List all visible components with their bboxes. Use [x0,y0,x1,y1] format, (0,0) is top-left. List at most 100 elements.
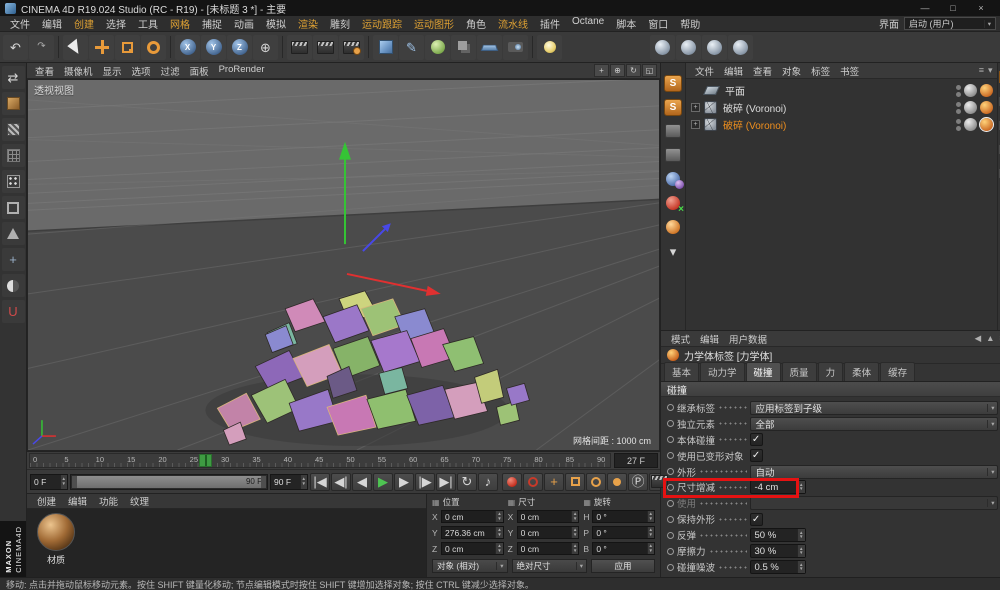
visibility-dots[interactable] [955,118,961,131]
hair-icon[interactable] [662,145,684,165]
keyframe-dot-icon[interactable] [667,483,674,491]
coord-size-select[interactable]: 绝对尺寸 ▾ [511,559,587,573]
viewport-menu-面板[interactable]: 面板 [185,64,214,78]
structure-tab-icon[interactable] [993,139,1000,159]
tab-缓存[interactable]: 缓存 [880,362,916,381]
checkbox-本体碰撞[interactable]: ✓ [749,433,763,447]
tab-碰撞[interactable]: 碰撞 [745,362,781,381]
menu-动画[interactable]: 动画 [228,16,260,31]
object-name[interactable]: 破碎 (Voronoi) [721,100,788,115]
stepper-icon[interactable]: ▲ ▼ [299,474,307,489]
visibility-dots[interactable] [955,84,961,97]
menu-Octane[interactable]: Octane [566,16,610,31]
material-ball-icon[interactable] [702,34,727,60]
rotate-view-icon[interactable]: ↻ [626,64,641,77]
menu-渲染[interactable]: 渲染 [292,16,324,31]
object-menu-编辑[interactable]: 编辑 [719,64,748,78]
coord-field-位置-X[interactable]: 0 cm ▲ ▼ [441,510,504,523]
attr-menu-编辑[interactable]: 编辑 [695,332,724,346]
record-position-icon[interactable]: + [544,472,564,491]
z-axis-lock-icon[interactable]: Z [227,34,252,60]
live-selection-icon[interactable] [63,34,88,60]
y-axis-lock-icon[interactable]: Y [201,34,226,60]
menu-选择[interactable]: 选择 [100,16,132,31]
goto-start-icon[interactable]: |◀ [310,472,330,491]
keyframe-dot-icon[interactable] [667,436,674,444]
prev-frame-icon[interactable]: ◀ [352,472,372,491]
keyframe-dot-icon[interactable] [667,531,674,539]
phong-tag[interactable] [963,84,977,97]
minimize-icon[interactable]: — [911,1,939,16]
menu-网格[interactable]: 网格 [164,16,196,31]
history-up-icon[interactable]: ▲ [986,333,994,344]
stepper-icon[interactable]: ▲ ▼ [495,511,503,522]
viewport-menu-过滤[interactable]: 过滤 [156,64,185,78]
menu-运动图形[interactable]: 运动图形 [408,16,460,31]
coord-field-位置-Y[interactable]: 276.36 cm ▲ ▼ [441,526,504,539]
range-end-field[interactable]: 90 F ▲ ▼ [270,473,308,490]
menu-创建[interactable]: 创建 [68,16,100,31]
render-settings-icon[interactable] [339,34,364,60]
object-menu-对象[interactable]: 对象 [777,64,806,78]
stepper-icon[interactable]: ▲ ▼ [59,474,67,489]
enable-axis-icon[interactable]: + [1,248,25,271]
field-碰撞噪波[interactable]: 0.5 % ▲ ▼ [749,560,806,575]
render-view-icon[interactable] [287,34,312,60]
subdivision-surface-icon[interactable] [425,34,450,60]
attr-menu-用户数据[interactable]: 用户数据 [724,332,772,346]
model-mode-icon[interactable] [1,92,25,115]
viewport-menu-显示[interactable]: 显示 [98,64,127,78]
stepper-icon[interactable]: ▲ ▼ [495,527,503,538]
maximize-icon[interactable]: □ [939,1,967,16]
loop-mode-icon[interactable]: ↻ [457,472,477,491]
section-header[interactable]: 碰撞 [661,382,1000,397]
phong-tag[interactable] [963,101,977,114]
coord-field-旋转-P[interactable]: 0 ° ▲ ▼ [592,526,656,539]
field-摩擦力[interactable]: 30 % ▲ ▼ [749,544,806,559]
record-point-level-icon[interactable]: Ⓟ [628,472,648,491]
info-tab-icon[interactable] [993,163,1000,183]
coord-field-尺寸-Z[interactable]: 0 cm ▲ ▼ [516,542,580,555]
material-menu-纹理[interactable]: 纹理 [124,494,155,508]
stepper-icon[interactable]: ▲ ▼ [646,511,655,522]
select-使用[interactable]: ▾ [749,496,998,511]
material-ball-icon[interactable] [728,34,753,60]
select-独立元素[interactable]: 全部 ▾ [749,416,998,431]
attr-menu-模式[interactable]: 模式 [666,332,695,346]
stepper-icon[interactable]: ▲ ▼ [646,543,655,554]
rigid-body-icon[interactable] [662,169,684,189]
menu-角色[interactable]: 角色 [460,16,492,31]
object-row[interactable]: + 破碎 (Voronoi) [686,116,997,133]
frame-range-slider[interactable]: 90 F [70,473,268,490]
material-ball-icon[interactable] [650,34,675,60]
cloth-icon[interactable] [662,121,684,141]
dynamics-tag[interactable] [979,101,993,114]
zoom-view-icon[interactable]: ⊕ [610,64,625,77]
browser-tab-icon[interactable] [993,115,1000,135]
dynamics-tag[interactable] [978,117,994,132]
sculpt-mask-icon[interactable]: S [662,97,684,117]
toggle-view-icon[interactable]: ◱ [642,64,657,77]
phong-tag[interactable] [963,118,977,131]
frame-range-bar[interactable]: 90 F [72,475,266,488]
material-ball-icon[interactable] [676,34,701,60]
layers-tab-icon[interactable] [993,67,1000,87]
redo-icon[interactable]: ↷ [29,34,54,60]
object-name[interactable]: 平面 [723,83,747,98]
snap-icon[interactable]: U [1,300,25,323]
range-start-field[interactable]: 0 F ▲ ▼ [30,473,68,490]
layout-select[interactable]: 启动 (用户) ▾ [904,17,996,30]
material-menu-创建[interactable]: 创建 [31,494,62,508]
expander-icon[interactable]: + [691,120,700,129]
x-axis-lock-icon[interactable]: X [175,34,200,60]
keyframe-dot-icon[interactable] [667,515,674,523]
menu-窗口[interactable]: 窗口 [642,16,674,31]
history-back-icon[interactable]: ◀ [975,333,982,344]
checkbox-保持外形[interactable]: ✓ [749,512,763,526]
stepper-icon[interactable]: ▲ ▼ [797,561,805,574]
keyframe-dot-icon[interactable] [667,404,674,412]
coord-field-位置-Z[interactable]: 0 cm ▲ ▼ [441,542,504,555]
stepper-icon[interactable]: ▲ ▼ [797,481,805,494]
tab-基本[interactable]: 基本 [664,362,700,381]
camera-icon[interactable] [503,34,528,60]
